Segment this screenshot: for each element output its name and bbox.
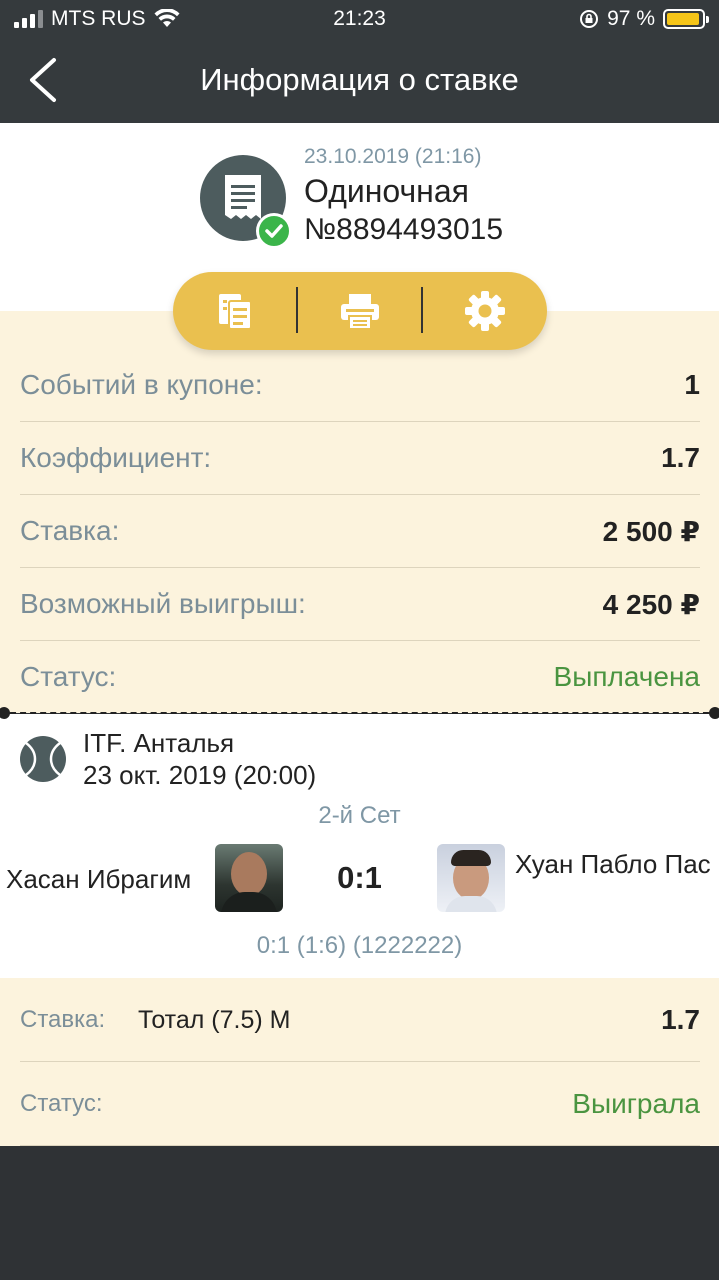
info-value: 1 bbox=[684, 369, 700, 400]
status-right: 97 % bbox=[579, 7, 709, 31]
player2-avatar bbox=[437, 844, 505, 912]
bet-row-stake: Ставка: Тотал (7.5) М 1.7 bbox=[20, 978, 700, 1062]
info-row-payout: Возможный выигрыш: 4 250 ₽ bbox=[20, 568, 700, 641]
bet-market: Тотал (7.5) М bbox=[138, 1006, 291, 1034]
info-row-odds: Коэффициент: 1.7 bbox=[20, 422, 700, 495]
documents-icon bbox=[219, 294, 252, 330]
coupon-type: Одиночная bbox=[304, 173, 469, 209]
dashed-divider bbox=[0, 712, 719, 714]
battery-percent: 97 % bbox=[607, 7, 655, 30]
battery-icon bbox=[663, 9, 709, 29]
print-button[interactable] bbox=[298, 272, 422, 350]
info-label: Событий в купоне: bbox=[20, 369, 263, 400]
player2-name: Хуан Пабло Пас bbox=[515, 849, 711, 879]
check-icon bbox=[256, 213, 292, 249]
info-value: 4 250 ₽ bbox=[602, 589, 700, 620]
rotation-lock-icon bbox=[580, 10, 599, 28]
score-detail: 0:1 (1:6) (1222222) bbox=[256, 932, 463, 959]
info-value: 2 500 ₽ bbox=[602, 516, 700, 547]
action-bar bbox=[173, 272, 547, 350]
top-bar: MTS RUS 21:23 97 % Информация о ставке bbox=[0, 0, 719, 123]
tennis-ball-icon bbox=[20, 736, 66, 782]
info-label: Статус: bbox=[20, 661, 117, 692]
printer-icon bbox=[341, 294, 379, 330]
coupon-date: 23.10.2019 (21:16) bbox=[304, 145, 482, 168]
info-label: Коэффициент: bbox=[20, 442, 212, 473]
info-row-events: Событий в купоне: 1 bbox=[20, 349, 700, 422]
tournament-name: ITF. Анталья bbox=[83, 728, 235, 758]
status-bar: MTS RUS 21:23 97 % bbox=[0, 0, 719, 40]
info-row-stake: Ставка: 2 500 ₽ bbox=[20, 495, 700, 568]
event-date: 23 окт. 2019 (20:00) bbox=[83, 760, 317, 790]
info-label: Возможный выигрыш: bbox=[20, 588, 306, 619]
status-value: Выплачена bbox=[553, 661, 700, 692]
bet-label: Ставка: bbox=[20, 1006, 106, 1033]
copy-button[interactable] bbox=[173, 272, 297, 350]
event-card: ITF. Анталья 23 окт. 2019 (20:00) 2-й Се… bbox=[0, 714, 719, 978]
bet-details: Ставка: Тотал (7.5) М 1.7 Статус: Выигра… bbox=[0, 978, 719, 1146]
bet-status: Выиграла bbox=[572, 1088, 700, 1119]
bet-row-status: Статус: Выиграла bbox=[20, 1062, 700, 1146]
info-label: Ставка: bbox=[20, 515, 120, 546]
divider-dot bbox=[709, 707, 719, 719]
info-value: 1.7 bbox=[661, 442, 700, 473]
bet-label: Статус: bbox=[20, 1090, 103, 1117]
page-title: Информация о ставке bbox=[200, 62, 519, 97]
bet-odds: 1.7 bbox=[661, 1004, 700, 1035]
info-row-status: Статус: Выплачена bbox=[20, 641, 700, 714]
coupon-number: №8894493015 bbox=[304, 213, 504, 246]
nav-bar: Информация о ставке bbox=[0, 40, 719, 123]
coupon-info: Событий в купоне: 1 Коэффициент: 1.7 Ста… bbox=[0, 311, 719, 713]
settings-button[interactable] bbox=[423, 272, 547, 350]
set-label: 2-й Сет bbox=[318, 802, 401, 829]
gear-icon bbox=[465, 291, 505, 331]
